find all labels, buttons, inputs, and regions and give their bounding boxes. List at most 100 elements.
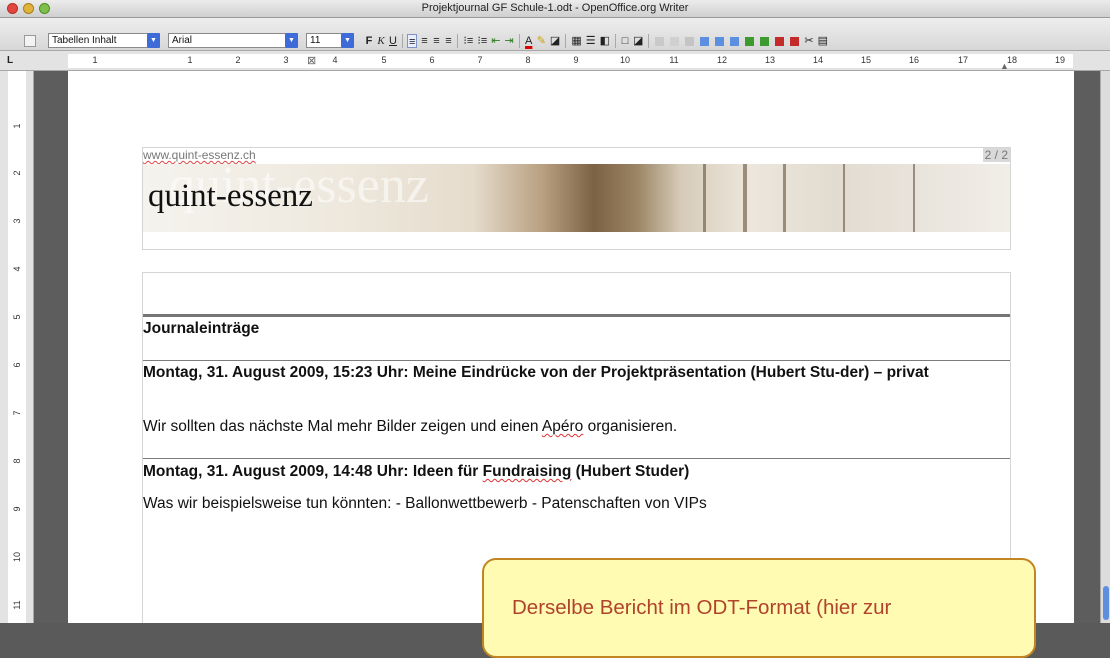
underline-button[interactable]: U bbox=[388, 34, 398, 48]
italic-button[interactable]: K bbox=[376, 34, 386, 48]
header-url[interactable]: www.quint-essenz.ch bbox=[143, 148, 256, 162]
entry-title-part: (Hubert Studer) bbox=[571, 463, 690, 480]
ruler-mark: 5 bbox=[381, 55, 387, 65]
align-top-icon[interactable] bbox=[700, 36, 710, 46]
align-left-icon[interactable]: ≡ bbox=[407, 34, 418, 48]
right-indent-marker[interactable]: ▲ bbox=[1000, 61, 1009, 71]
entry-text: Wir sollten das nächste Mal mehr Bilder … bbox=[143, 418, 1003, 436]
vruler-mark: 1 bbox=[12, 123, 22, 129]
highlight-icon[interactable]: ✎ bbox=[536, 34, 547, 48]
increase-indent-icon[interactable]: ⇥ bbox=[503, 34, 514, 48]
banner-tree bbox=[913, 164, 915, 232]
title-bar: Projektjournal GF Schule-1.odt - OpenOff… bbox=[0, 0, 1110, 18]
section-divider bbox=[143, 314, 1010, 317]
toolbar-separator bbox=[518, 34, 520, 48]
entry-text-part: Wir sollten das nächste Mal mehr Bilder … bbox=[143, 418, 542, 435]
font-size-value: 11 bbox=[310, 35, 321, 46]
paragraph-style-value: Tabellen Inhalt bbox=[52, 35, 117, 46]
toolbar-separator bbox=[648, 34, 650, 48]
ruler-mark: 14 bbox=[812, 55, 824, 65]
left-indent-marker[interactable]: ⊠ bbox=[307, 54, 316, 67]
merge-cells-icon[interactable] bbox=[655, 36, 665, 46]
font-color-icon[interactable]: A bbox=[524, 34, 534, 48]
header-banner-image: quint-essenz quint-essenz bbox=[143, 164, 1010, 232]
align-bottom-icon[interactable] bbox=[730, 36, 740, 46]
table-icon[interactable]: ▦ bbox=[570, 34, 582, 48]
vruler-mark: 5 bbox=[12, 314, 22, 320]
align-middle-icon[interactable] bbox=[715, 36, 725, 46]
ruler-mark: 19 bbox=[1054, 55, 1066, 65]
banner-tree bbox=[843, 164, 845, 232]
tab-stop-corner[interactable]: L bbox=[7, 55, 13, 66]
entry-title: Montag, 31. August 2009, 14:48 Uhr: Idee… bbox=[143, 462, 998, 482]
arrow-style-icon[interactable]: ◧ bbox=[599, 34, 611, 48]
ruler-mark: 13 bbox=[764, 55, 776, 65]
entry-title: Montag, 31. August 2009, 15:23 Uhr: Mein… bbox=[143, 364, 929, 381]
ruler-mark: 10 bbox=[619, 55, 631, 65]
justify-icon[interactable]: ≡ bbox=[443, 34, 453, 48]
optimize-icon[interactable] bbox=[685, 36, 695, 46]
horizontal-ruler[interactable]: L 1 1 2 3 4 5 6 7 8 9 10 11 12 13 14 15 … bbox=[0, 51, 1110, 71]
annotation-callout: Derselbe Bericht im ODT-Format (hier zur bbox=[482, 558, 1036, 658]
misspelled-word[interactable]: Apéro bbox=[542, 418, 583, 435]
entry-text: Was wir beispielsweise tun könnten: - Ba… bbox=[143, 495, 707, 512]
ruler-mark: 4 bbox=[332, 55, 338, 65]
vruler-mark: 9 bbox=[12, 506, 22, 512]
borders-icon[interactable]: □ bbox=[620, 34, 630, 48]
ruler-mark: 9 bbox=[573, 55, 579, 65]
background-color-icon[interactable]: ◪ bbox=[549, 34, 561, 48]
vruler-mark: 3 bbox=[12, 218, 22, 224]
logo: quint-essenz bbox=[148, 178, 313, 214]
bold-button[interactable]: F bbox=[364, 34, 374, 48]
insert-column-icon[interactable] bbox=[760, 36, 770, 46]
align-right-icon[interactable]: ≡ bbox=[431, 34, 441, 48]
ruler-mark: 1 bbox=[92, 55, 98, 65]
chevron-down-icon[interactable]: ▼ bbox=[285, 33, 298, 48]
vertical-ruler[interactable]: 1 2 3 4 5 6 7 8 9 10 11 bbox=[0, 71, 34, 623]
misspelled-word[interactable]: Fundraising bbox=[483, 463, 572, 480]
delete-column-icon[interactable] bbox=[790, 36, 800, 46]
vruler-mark: 8 bbox=[12, 458, 22, 464]
vruler-mark: 11 bbox=[12, 600, 22, 610]
styles-icon[interactable] bbox=[24, 35, 36, 47]
ruler-mark: 6 bbox=[429, 55, 435, 65]
entry-text-part: organisieren. bbox=[583, 418, 678, 435]
cell-background-icon[interactable]: ◪ bbox=[632, 34, 644, 48]
ruler-mark: 16 bbox=[908, 55, 920, 65]
ruler-mark: 17 bbox=[957, 55, 969, 65]
insert-row-icon[interactable] bbox=[745, 36, 755, 46]
delete-row-icon[interactable] bbox=[775, 36, 785, 46]
bullets-icon[interactable]: ⁝≡ bbox=[476, 34, 488, 48]
font-size-select[interactable]: 11 ▼ bbox=[306, 33, 354, 48]
callout-text: Derselbe Bericht im ODT-Format (hier zur bbox=[512, 596, 892, 619]
toolbar-separator bbox=[615, 34, 617, 48]
font-name-select[interactable]: Arial ▼ bbox=[168, 33, 298, 48]
ruler-mark: 8 bbox=[525, 55, 531, 65]
numbering-icon[interactable]: ⁝≡ bbox=[462, 34, 474, 48]
autoformat-icon[interactable]: ✂ bbox=[803, 34, 814, 48]
chevron-down-icon[interactable]: ▼ bbox=[341, 33, 354, 48]
vruler-mark: 2 bbox=[12, 170, 22, 176]
toolbar-separator bbox=[402, 34, 403, 48]
section-title: Journaleinträge bbox=[143, 320, 260, 337]
toolbar-separator bbox=[457, 34, 459, 48]
ruler-mark: 2 bbox=[235, 55, 241, 65]
page-count-field: 2 / 2 bbox=[982, 148, 1010, 162]
decrease-indent-icon[interactable]: ⇤ bbox=[490, 34, 501, 48]
ruler-mark: 11 bbox=[669, 55, 679, 65]
line-style-icon[interactable]: ☰ bbox=[585, 34, 597, 48]
scrollbar-thumb[interactable] bbox=[1103, 586, 1109, 620]
paragraph-style-select[interactable]: Tabellen Inhalt ▼ bbox=[48, 33, 160, 48]
chevron-down-icon[interactable]: ▼ bbox=[147, 33, 160, 48]
ruler-mark: 7 bbox=[477, 55, 483, 65]
vruler-mark: 6 bbox=[12, 362, 22, 368]
entry-title-part: Montag, 31. August 2009, 14:48 Uhr: Idee… bbox=[143, 463, 483, 480]
ruler-mark: 3 bbox=[283, 55, 289, 65]
banner-tree bbox=[703, 164, 706, 232]
align-center-icon[interactable]: ≡ bbox=[419, 34, 429, 48]
banner-tree bbox=[743, 164, 747, 232]
vertical-scrollbar[interactable] bbox=[1100, 71, 1110, 623]
ruler-mark: 1 bbox=[187, 55, 193, 65]
split-cells-icon[interactable] bbox=[670, 36, 680, 46]
table-properties-icon[interactable]: ▤ bbox=[817, 34, 829, 48]
